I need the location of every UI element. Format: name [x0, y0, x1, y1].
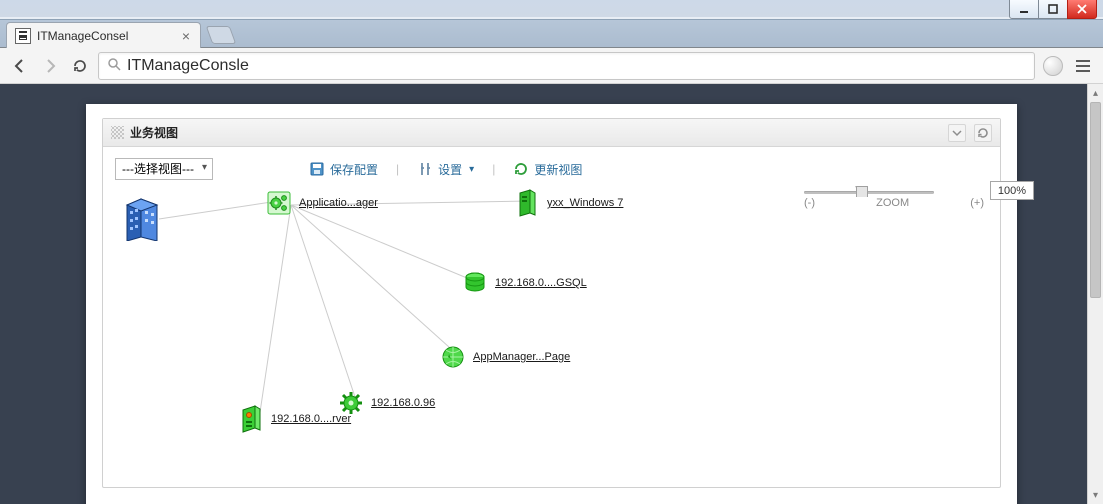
- scroll-down-button[interactable]: ▾: [1088, 486, 1103, 504]
- building-icon: [123, 193, 165, 241]
- refresh-icon: [513, 161, 529, 177]
- node-label: 192.168.0....GSQL: [495, 277, 587, 289]
- favicon-icon: [15, 28, 31, 44]
- node-label: AppManager...Page: [473, 351, 570, 363]
- new-tab-button[interactable]: [206, 26, 237, 44]
- panel-refresh-button[interactable]: [974, 124, 992, 142]
- topology-links: [113, 191, 990, 477]
- browser-menu-button[interactable]: [1071, 54, 1095, 78]
- address-bar[interactable]: [98, 52, 1035, 80]
- settings-button[interactable]: 设置 ▾: [417, 161, 474, 178]
- view-select-wrap[interactable]: ---选择视图---: [115, 158, 213, 180]
- browser-tabstrip: ITManageConsel ×: [0, 20, 1103, 48]
- topology-canvas[interactable]: Applicatio...ager yxx_Windows: [113, 191, 990, 477]
- refresh-view-label: 更新视图: [534, 161, 582, 178]
- component-gear-icon: [265, 189, 293, 217]
- close-tab-button[interactable]: ×: [182, 29, 190, 43]
- search-icon: [107, 57, 121, 74]
- reload-button[interactable]: [68, 54, 92, 78]
- panel-title: 业务视图: [130, 124, 178, 141]
- panel-business-view: 业务视图 ---选择视图---: [102, 118, 1001, 488]
- address-input[interactable]: [127, 57, 1026, 75]
- node-server[interactable]: 192.168.0....rver: [237, 405, 351, 433]
- node-label: Applicatio...ager: [299, 197, 378, 209]
- node-appmanager-page[interactable]: AppManager...Page: [439, 343, 570, 371]
- save-config-label: 保存配置: [330, 161, 378, 178]
- browser-tab-active[interactable]: ITManageConsel ×: [6, 22, 201, 48]
- database-icon: [461, 269, 489, 297]
- wrench-icon: [417, 161, 433, 177]
- node-application-manager[interactable]: Applicatio...ager: [265, 189, 378, 217]
- browser-toolbar: [0, 48, 1103, 84]
- settings-caret-icon: ▾: [469, 164, 474, 175]
- server-card-icon: [237, 405, 265, 433]
- minimize-button[interactable]: [1009, 0, 1039, 19]
- toolbar-separator: |: [492, 162, 495, 176]
- maximize-button[interactable]: [1038, 0, 1068, 19]
- page-scrollbar[interactable]: ▴ ▾: [1087, 84, 1103, 504]
- globe-icon: [1043, 56, 1063, 76]
- save-icon: [309, 161, 325, 177]
- refresh-view-button[interactable]: 更新视图: [513, 161, 582, 178]
- drag-grip-icon: [111, 126, 124, 139]
- node-label: 192.168.0.96: [371, 397, 435, 409]
- tab-title: ITManageConsel: [37, 29, 182, 43]
- node-building[interactable]: [123, 193, 165, 241]
- forward-button[interactable]: [38, 54, 62, 78]
- node-windows7[interactable]: yxx_Windows 7: [513, 189, 623, 217]
- panel-tools: [948, 124, 992, 142]
- scrollbar-thumb[interactable]: [1090, 102, 1101, 298]
- node-label: yxx_Windows 7: [547, 197, 623, 209]
- extension-globe-button[interactable]: [1041, 54, 1065, 78]
- page-content: 业务视图 ---选择视图---: [86, 104, 1017, 504]
- zoom-value-box[interactable]: 100%: [990, 181, 1034, 200]
- node-ip-96[interactable]: 192.168.0.96: [337, 389, 435, 417]
- toolbar-separator: |: [396, 162, 399, 176]
- view-select[interactable]: ---选择视图---: [115, 158, 213, 180]
- settings-label: 设置: [438, 161, 462, 178]
- globe-icon: [439, 343, 467, 371]
- window-controls: [1010, 0, 1097, 19]
- page-viewport: 业务视图 ---选择视图---: [0, 84, 1103, 504]
- save-config-button[interactable]: 保存配置: [309, 161, 378, 178]
- panel-header: 业务视图: [103, 119, 1000, 147]
- scroll-up-button[interactable]: ▴: [1088, 84, 1103, 102]
- panel-collapse-button[interactable]: [948, 124, 966, 142]
- node-label: 192.168.0....rver: [271, 413, 351, 425]
- back-button[interactable]: [8, 54, 32, 78]
- server-tower-icon: [513, 189, 541, 217]
- hamburger-icon: [1072, 55, 1094, 77]
- close-button[interactable]: [1067, 0, 1097, 19]
- node-gsql[interactable]: 192.168.0....GSQL: [461, 269, 587, 297]
- panel-body: ---选择视图--- 保存配置 |: [103, 147, 1000, 487]
- zoom-value: 100%: [998, 185, 1026, 197]
- os-window-titlebar: [0, 0, 1103, 20]
